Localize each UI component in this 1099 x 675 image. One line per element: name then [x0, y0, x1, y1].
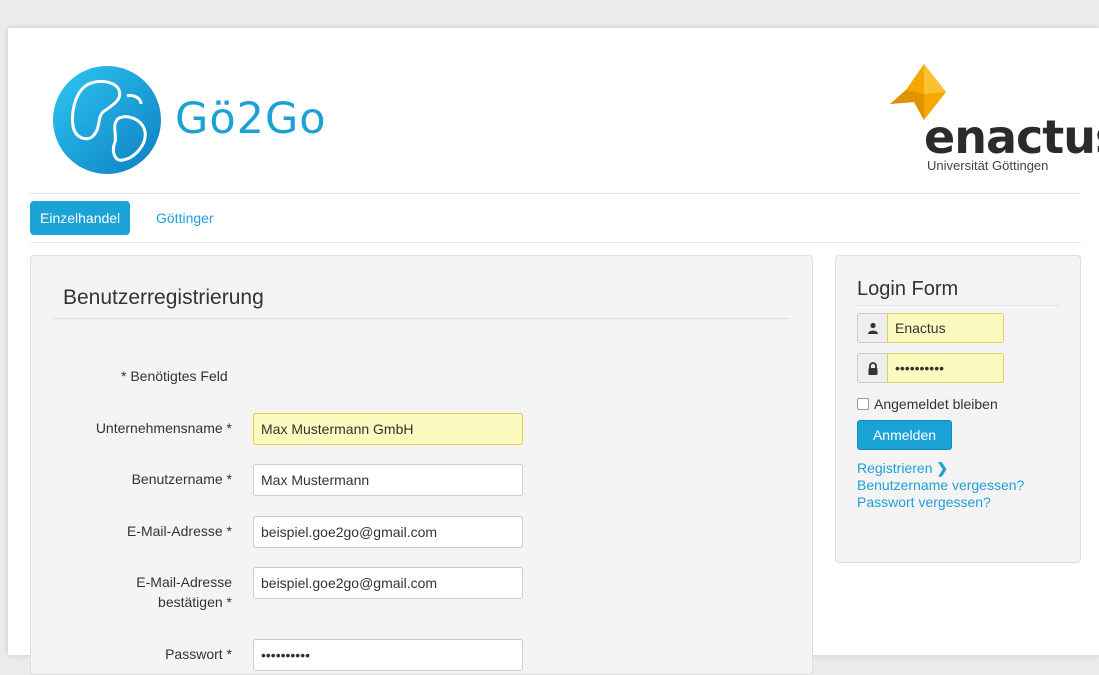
forgot-password-link[interactable]: Passwort vergessen? [857, 494, 1024, 511]
login-divider [857, 305, 1059, 306]
globe-logo-icon [53, 66, 161, 174]
login-title: Login Form [857, 278, 959, 300]
header-divider [30, 193, 1081, 194]
partner-subtitle: Universität Göttingen [927, 158, 1049, 173]
tab-goettinger[interactable]: Göttinger [146, 201, 224, 235]
login-links: Registrieren ❯ Benutzername vergessen? P… [857, 460, 1024, 511]
email-confirm-label: E-Mail-Adresse bestätigen * [136, 574, 232, 610]
email-input[interactable]: beispiel.goe2go@gmail.com [253, 516, 523, 548]
login-password-input[interactable]: •••••••••• [887, 353, 1004, 383]
login-button[interactable]: Anmelden [857, 420, 952, 450]
partner-logo-group[interactable]: enactus Universität Göttingen [884, 64, 1099, 174]
brand-logo-group[interactable]: Gö2Go [53, 66, 383, 174]
login-username-group: Enactus [857, 313, 1004, 343]
brand-name: Gö2Go [175, 94, 327, 144]
register-link[interactable]: Registrieren ❯ [857, 460, 1024, 477]
user-icon [857, 313, 887, 343]
registration-panel: Benutzerregistrierung * Benötigtes Feld … [30, 255, 813, 675]
company-label: Unternehmensname * [95, 420, 232, 436]
required-note: * Benötigtes Feld [121, 368, 228, 384]
lock-icon [857, 353, 887, 383]
password-input[interactable]: •••••••••• [253, 639, 523, 671]
nav-divider [30, 242, 1081, 243]
password-label: Passwort * [165, 646, 232, 662]
partner-name: enactus [924, 110, 1099, 164]
company-input[interactable]: Max Mustermann GmbH [253, 413, 523, 445]
username-label: Benutzername * [131, 471, 232, 487]
login-password-group: •••••••••• [857, 353, 1004, 383]
email-label: E-Mail-Adresse * [126, 523, 232, 539]
page: Gö2Go enactus Universität Göttingen Einz… [8, 28, 1099, 675]
remember-me[interactable]: Angemeldet bleiben [857, 396, 998, 412]
email-confirm-input[interactable]: beispiel.goe2go@gmail.com [253, 567, 523, 599]
login-panel: Login Form Enactus •••••••••• Angemeldet… [835, 255, 1081, 563]
remember-label: Angemeldet bleiben [874, 396, 998, 412]
remember-checkbox[interactable] [857, 398, 869, 410]
registration-divider [53, 318, 790, 319]
login-username-input[interactable]: Enactus [887, 313, 1004, 343]
register-link-label: Registrieren [857, 460, 933, 476]
forgot-username-link[interactable]: Benutzername vergessen? [857, 477, 1024, 494]
chevron-right-icon: ❯ [936, 460, 949, 476]
username-input[interactable]: Max Mustermann [253, 464, 523, 496]
registration-title: Benutzerregistrierung [63, 286, 264, 309]
tab-einzelhandel[interactable]: Einzelhandel [30, 201, 131, 235]
